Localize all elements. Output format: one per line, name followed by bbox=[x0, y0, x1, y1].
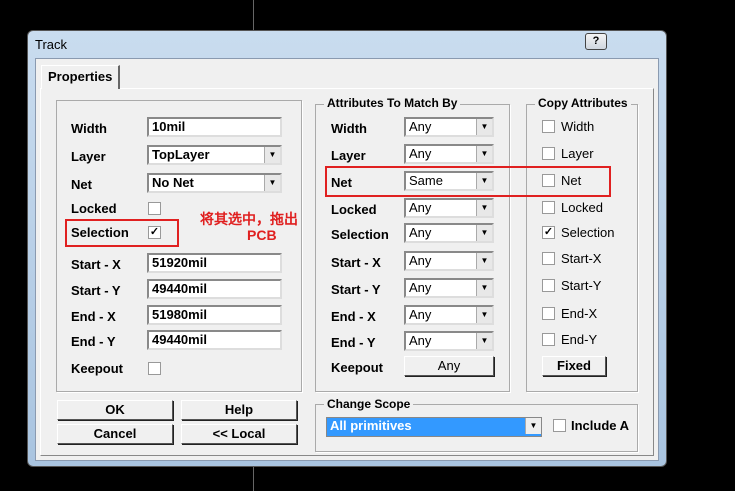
prop-checkbox[interactable] bbox=[148, 202, 161, 215]
prop-label: End - Y bbox=[71, 334, 116, 349]
chevron-down-icon[interactable]: ▼ bbox=[264, 147, 280, 163]
local-button[interactable]: << Local bbox=[181, 424, 297, 444]
prop-select[interactable]: TopLayer ▼ bbox=[147, 145, 282, 165]
prop-label: Locked bbox=[71, 201, 117, 216]
match-select-value: Any bbox=[409, 333, 432, 348]
match-label: Width bbox=[331, 121, 367, 136]
tab-properties[interactable]: Properties bbox=[41, 65, 120, 89]
prop-select-value: No Net bbox=[152, 175, 194, 190]
prop-label: End - X bbox=[71, 309, 116, 324]
copy-checkbox[interactable]: ✓ bbox=[542, 226, 555, 239]
chevron-down-icon[interactable]: ▼ bbox=[476, 333, 492, 349]
include-label: Include A bbox=[571, 418, 630, 433]
match-label: End - X bbox=[331, 309, 376, 324]
scope-select[interactable]: All primitives ▼ bbox=[326, 417, 542, 437]
window-title: Track bbox=[35, 37, 68, 52]
match-select[interactable]: Any ▼ bbox=[404, 144, 494, 164]
copy-checkbox[interactable] bbox=[542, 333, 555, 346]
background-line bbox=[253, 0, 254, 30]
prop-select[interactable]: No Net ▼ bbox=[147, 173, 282, 193]
prop-input[interactable]: 49440mil bbox=[147, 279, 282, 299]
prop-label: Net bbox=[71, 177, 92, 192]
scope-value: All primitives bbox=[330, 418, 412, 433]
chevron-down-icon[interactable]: ▼ bbox=[264, 175, 280, 191]
copy-checkbox[interactable] bbox=[542, 307, 555, 320]
match-select[interactable]: Any ▼ bbox=[404, 305, 494, 325]
chevron-down-icon[interactable]: ▼ bbox=[476, 146, 492, 162]
copy-checkbox[interactable] bbox=[542, 201, 555, 214]
chevron-down-icon[interactable]: ▼ bbox=[476, 280, 492, 296]
copy-label: Width bbox=[561, 119, 595, 134]
copy-label: End-X bbox=[561, 306, 598, 321]
keepout-match-label: Keepout bbox=[331, 360, 383, 375]
match-select[interactable]: Any ▼ bbox=[404, 331, 494, 351]
match-select[interactable]: Any ▼ bbox=[404, 223, 494, 243]
copy-label: Start-Y bbox=[561, 278, 602, 293]
background-line bbox=[253, 465, 254, 491]
match-label: Start - Y bbox=[331, 282, 381, 297]
prop-input[interactable]: 51980mil bbox=[147, 305, 282, 325]
match-select-value: Any bbox=[409, 146, 432, 161]
chevron-down-icon[interactable]: ▼ bbox=[476, 119, 492, 135]
match-label: Start - X bbox=[331, 255, 381, 270]
prop-select-value: TopLayer bbox=[152, 147, 210, 162]
annotation-box bbox=[325, 166, 611, 197]
copy-checkbox[interactable] bbox=[542, 120, 555, 133]
include-checkbox[interactable] bbox=[553, 419, 566, 432]
ok-button[interactable]: OK bbox=[57, 400, 173, 420]
match-select-value: Any bbox=[409, 280, 432, 295]
prop-label: Start - X bbox=[71, 257, 121, 272]
match-select[interactable]: Any ▼ bbox=[404, 198, 494, 218]
copy-checkbox[interactable] bbox=[542, 147, 555, 160]
copy-checkbox[interactable] bbox=[542, 279, 555, 292]
match-select-value: Any bbox=[409, 307, 432, 322]
chevron-down-icon[interactable]: ▼ bbox=[525, 418, 541, 434]
prop-label: Start - Y bbox=[71, 283, 121, 298]
match-select-value: Any bbox=[409, 119, 432, 134]
match-select-value: Any bbox=[409, 200, 432, 215]
prop-checkbox[interactable] bbox=[148, 362, 161, 375]
prop-input[interactable]: 10mil bbox=[147, 117, 282, 137]
copy-label: Start-X bbox=[561, 251, 602, 266]
chevron-down-icon[interactable]: ▼ bbox=[476, 307, 492, 323]
prop-label: Width bbox=[71, 121, 107, 136]
prop-input[interactable]: 51920mil bbox=[147, 253, 282, 273]
match-group-title: Attributes To Match By bbox=[324, 96, 461, 110]
prop-input[interactable]: 49440mil bbox=[147, 330, 282, 350]
copy-label: Locked bbox=[561, 200, 603, 215]
keepout-match-button[interactable]: Any bbox=[404, 356, 494, 376]
match-select[interactable]: Any ▼ bbox=[404, 117, 494, 137]
copy-label: Selection bbox=[561, 225, 615, 240]
change-scope-title: Change Scope bbox=[324, 397, 414, 411]
prop-label: Layer bbox=[71, 149, 106, 164]
annotation-text: 将其选中，拖出 bbox=[200, 211, 298, 227]
copy-group-title: Copy Attributes bbox=[535, 96, 631, 110]
annotation-box bbox=[65, 219, 179, 247]
match-select-value: Any bbox=[409, 253, 432, 268]
match-select-value: Any bbox=[409, 225, 432, 240]
match-select[interactable]: Any ▼ bbox=[404, 278, 494, 298]
chevron-down-icon[interactable]: ▼ bbox=[476, 200, 492, 216]
match-select[interactable]: Any ▼ bbox=[404, 251, 494, 271]
match-label: Layer bbox=[331, 148, 366, 163]
help-button[interactable]: Help bbox=[181, 400, 297, 420]
match-label: Selection bbox=[331, 227, 389, 242]
prop-label: Keepout bbox=[71, 361, 123, 376]
chevron-down-icon[interactable]: ▼ bbox=[476, 253, 492, 269]
match-label: Locked bbox=[331, 202, 377, 217]
copy-label: Layer bbox=[561, 146, 594, 161]
fixed-button[interactable]: Fixed bbox=[542, 356, 606, 376]
copy-label: End-Y bbox=[561, 332, 598, 347]
help-title-button[interactable]: ? bbox=[585, 33, 607, 50]
annotation-text: PCB bbox=[247, 227, 277, 243]
copy-checkbox[interactable] bbox=[542, 252, 555, 265]
chevron-down-icon[interactable]: ▼ bbox=[476, 225, 492, 241]
cancel-button[interactable]: Cancel bbox=[57, 424, 173, 444]
match-label: End - Y bbox=[331, 335, 376, 350]
